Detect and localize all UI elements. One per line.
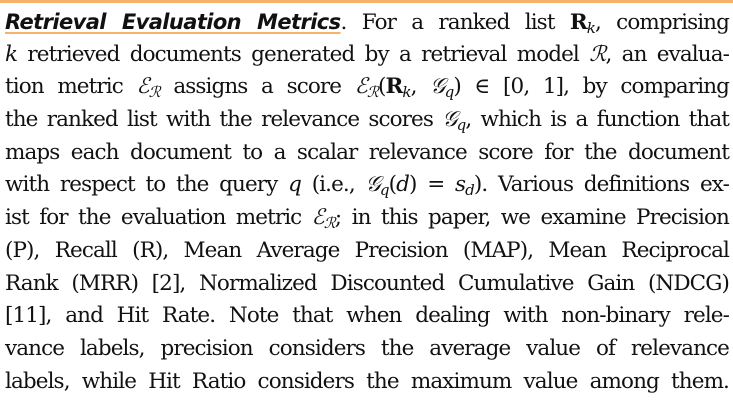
- math-bold-symbol: R: [385, 74, 403, 100]
- math-subscript: k: [586, 18, 596, 37]
- text-run: the ranked list with the relevance score…: [5, 107, 443, 133]
- text-run: with respect to the query: [5, 172, 289, 198]
- text-run: ; in this paper, we examine Precision: [334, 205, 730, 231]
- text-run: ) =: [409, 172, 456, 198]
- paragraph-line: with respect to the query q (i.e., 𝒢q(d)…: [5, 169, 730, 202]
- math-variable: s: [455, 172, 466, 198]
- math-variable: k: [5, 41, 18, 67]
- text-run: (i.e.,: [301, 172, 366, 198]
- text-run: (P), Recall (R), Mean Average Precision …: [5, 237, 730, 263]
- text-run: ,: [410, 74, 431, 100]
- paragraph-line: vance labels, precision considers the av…: [5, 333, 730, 366]
- text-run: ) ∈ [0, 1], by comparing: [453, 74, 730, 100]
- text-run: ist for the evaluation metric: [5, 205, 312, 231]
- paragraph-line: [11], and Hit Rate. Note that when deali…: [5, 300, 730, 333]
- math-script-symbol: ℰ: [354, 74, 368, 100]
- text-run: maps each document to a scalar relevance…: [5, 139, 730, 165]
- section-heading: Retrieval Evaluation Metrics: [5, 10, 341, 34]
- text-run: tion metric: [5, 74, 137, 100]
- text-run: retrieved documents generated by a retri…: [17, 41, 590, 67]
- math-subscript: k: [402, 83, 411, 102]
- math-script-symbol: ℰ: [136, 74, 149, 100]
- math-script-symbol: 𝒢: [430, 74, 445, 100]
- paragraph-line: k retrieved documents generated by a ret…: [5, 39, 730, 72]
- text-run: ). Various definitions ex-: [473, 172, 730, 198]
- math-script-symbol: 𝒢: [442, 107, 457, 133]
- math-subscript: d: [465, 181, 475, 200]
- math-bold-symbol: R: [569, 10, 588, 35]
- text-run: labels, while Hit Ratio considers the ma…: [5, 368, 730, 394]
- text-run: vance labels, precision considers the av…: [5, 335, 730, 361]
- paragraph-line: maps each document to a scalar relevance…: [5, 137, 730, 170]
- math-variable: d: [396, 172, 410, 198]
- top-accent-rule: [0, 0, 733, 3]
- paragraph-line: (P), Recall (R), Mean Average Precision …: [5, 235, 730, 268]
- math-script-symbol: 𝒢: [365, 172, 381, 198]
- text-run: , an evalua-: [605, 41, 729, 67]
- text-run: . For a ranked list: [340, 10, 570, 35]
- paragraph-line: the ranked list with the relevance score…: [5, 104, 730, 137]
- math-subscript: q: [379, 181, 390, 200]
- paragraph-line: Rank (MRR) [2], Normalized Discounted Cu…: [5, 268, 730, 301]
- paragraph-line: Retrieval Evaluation Metrics. For a rank…: [5, 6, 730, 39]
- math-subscript: ℛ: [366, 83, 379, 102]
- math-variable: q: [288, 172, 302, 198]
- text-run: Rank (MRR) [2], Normalized Discounted Cu…: [5, 270, 730, 296]
- metrics-paragraph: Retrieval Evaluation Metrics. For a rank…: [5, 6, 730, 399]
- paragraph-line: labels, while Hit Ratio considers the ma…: [5, 366, 730, 399]
- text-run: , which is a function that: [465, 107, 730, 133]
- math-subscript: ℛ: [323, 213, 336, 232]
- text-run: assigns a score: [159, 74, 355, 100]
- text-run: , comprising: [595, 10, 730, 35]
- math-script-symbol: ℛ: [589, 41, 606, 67]
- math-script-symbol: ℰ: [311, 205, 325, 231]
- paragraph-line: tion metric ℰℛ assigns a score ℰℛ(Rk, 𝒢q…: [5, 71, 730, 104]
- paragraph-line: ist for the evaluation metric ℰℛ; in thi…: [5, 202, 730, 235]
- text-run: [11], and Hit Rate. Note that when deali…: [5, 303, 730, 329]
- math-subscript: ℛ: [148, 83, 161, 102]
